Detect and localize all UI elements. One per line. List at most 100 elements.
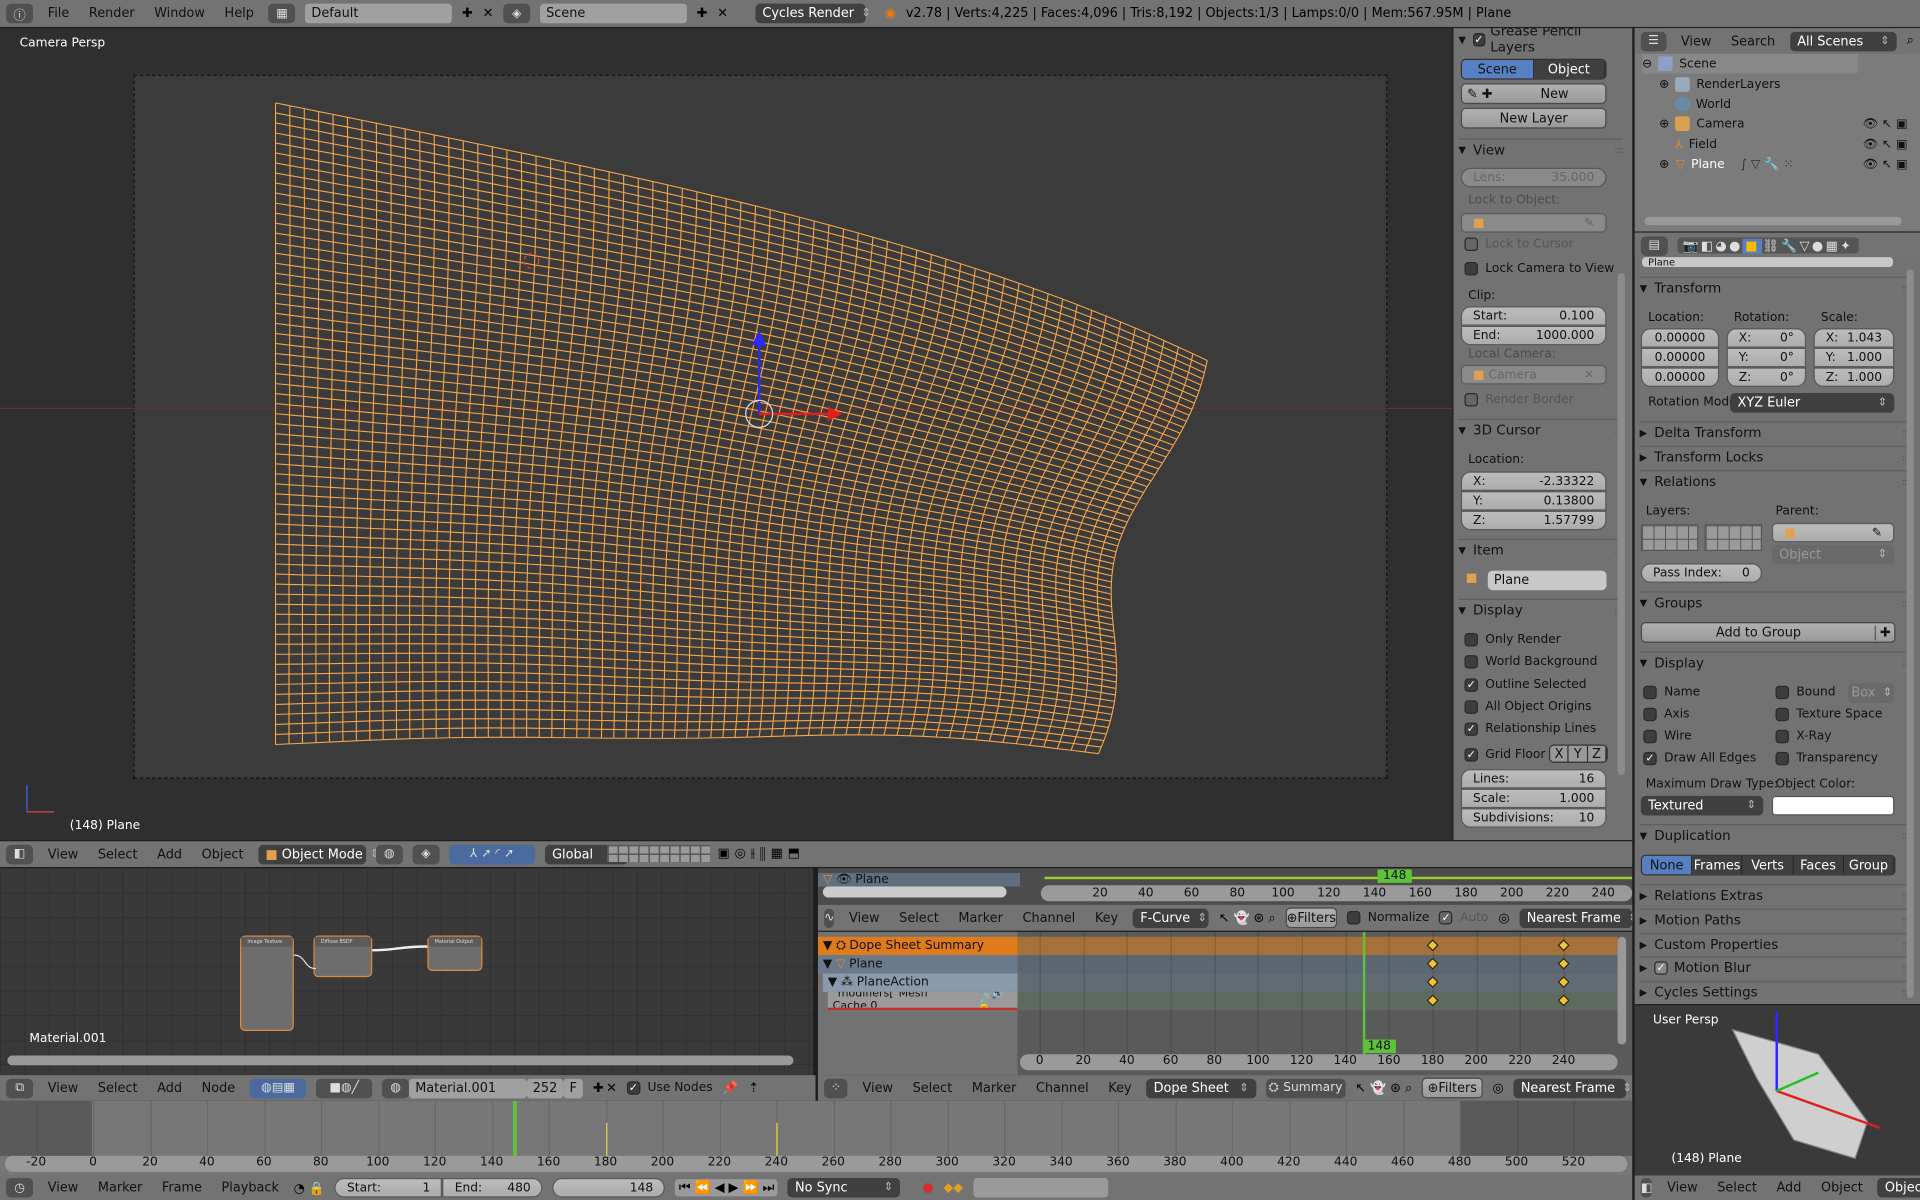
ds-channel-menu[interactable]: Channel: [1031, 1081, 1094, 1096]
cursor-y-field[interactable]: Y: 0.13800: [1460, 491, 1607, 511]
outliner-search-menu[interactable]: Search: [1726, 34, 1780, 49]
only-render-checkbox[interactable]: Only Render: [1464, 633, 1561, 647]
new-layer-button[interactable]: New Layer: [1460, 107, 1607, 129]
channel-plane[interactable]: ▼ ▽ Plane: [817, 955, 1018, 974]
node-node-menu[interactable]: Node: [197, 1081, 240, 1096]
draw-all-edges-checkbox[interactable]: ✓ Draw All Edges: [1643, 751, 1756, 766]
grid-subdiv-field[interactable]: Subdivisions: 10: [1460, 808, 1607, 828]
outline-selected-checkbox[interactable]: ✓ Outline Selected: [1464, 678, 1587, 692]
motion-blur-header[interactable]: ▶✓Motion Blur::::: [1639, 956, 1911, 978]
expand-icon[interactable]: ⊕: [1659, 157, 1669, 170]
menu-file[interactable]: File: [43, 6, 74, 21]
material-field[interactable]: Material.001: [409, 1078, 527, 1098]
grid-floor-checkbox[interactable]: ✓ Grid Floor: [1464, 748, 1545, 762]
cursor-z-field[interactable]: Z: 1.57799: [1460, 510, 1607, 531]
view3d-add-menu[interactable]: Add: [152, 847, 187, 862]
eyedropper-icon[interactable]: ✎: [1584, 216, 1594, 229]
expand-icon[interactable]: ⊕: [1659, 117, 1669, 130]
channel-summary[interactable]: ▼ ⛭ Dope Sheet Summary: [817, 936, 1018, 956]
outliner-item-renderlayers[interactable]: ⊕ RenderLayers: [1659, 75, 1781, 95]
mini-view-menu[interactable]: View: [1662, 1180, 1702, 1195]
timeline-editor-icon[interactable]: ◷: [6, 1177, 34, 1198]
node-select-menu[interactable]: Select: [93, 1081, 142, 1096]
material-browse-icon[interactable]: ◍: [382, 1078, 410, 1098]
dup-frames[interactable]: Frames: [1692, 855, 1743, 875]
transform-header[interactable]: ▼Transform::::: [1639, 276, 1911, 299]
properties-editor-icon[interactable]: ▤: [1640, 235, 1668, 256]
max-draw-dropdown[interactable]: Textured: [1640, 795, 1764, 816]
outliner-item-plane[interactable]: ⊕ ▽ Plane ∫ ▽ 🔧 ⁙: [1659, 154, 1793, 174]
auto-checkbox[interactable]: ✓ Auto: [1439, 911, 1489, 925]
ds-filter-icons[interactable]: ↖ 👻 ⊛ ⌕: [1355, 1079, 1412, 1096]
expand-icon[interactable]: ▼: [828, 976, 837, 989]
dopesheet-editor-icon[interactable]: ⁘: [824, 1078, 848, 1098]
display-header[interactable]: ▼Display::::: [1639, 651, 1911, 673]
layout-remove-icon[interactable]: ✕: [483, 6, 494, 21]
graph-select-menu[interactable]: Select: [894, 910, 943, 925]
playback-controls[interactable]: ⏮ ⏪ ◀ ▶ ⏩ ⏭: [675, 1179, 778, 1197]
visibility-icons[interactable]: 👁 ↖ ▣ 👁 ↖ ▣ 👁 ↖ ▣: [1862, 115, 1917, 176]
manipulator-icons[interactable]: ⅄ ➚ ◜ ➚: [449, 844, 535, 864]
ds-summary-button[interactable]: ⛭ Summary: [1265, 1078, 1346, 1098]
tl-marker-menu[interactable]: Marker: [93, 1180, 147, 1195]
layer-buttons[interactable]: [607, 844, 711, 863]
layers-grid-2[interactable]: [1704, 524, 1763, 552]
timeline-playhead[interactable]: [513, 1100, 517, 1156]
new-gp-button[interactable]: ✎ ✚ New: [1460, 83, 1607, 105]
render-border-checkbox[interactable]: Render Border: [1464, 393, 1574, 407]
scene-icon[interactable]: ◈: [503, 3, 531, 24]
local-camera-field[interactable]: ■ Camera ✕: [1460, 364, 1607, 385]
start-frame-field[interactable]: Start: 1: [334, 1177, 443, 1198]
layout-icon[interactable]: ▦: [268, 3, 296, 24]
graph-channel-scroll[interactable]: [822, 886, 1007, 898]
pivot-icon[interactable]: ◈: [412, 844, 440, 864]
outliner-hscrollbar[interactable]: [1644, 216, 1902, 226]
groups-header[interactable]: ▼Groups::::: [1639, 591, 1911, 613]
location-field[interactable]: 0.00000: [1640, 367, 1720, 387]
mini-viewport[interactable]: User Persp (148) Plane: [1634, 1005, 1920, 1176]
motion-paths-header[interactable]: ▶Motion Paths::::: [1639, 908, 1911, 931]
show-name-checkbox[interactable]: Name: [1643, 685, 1700, 700]
ds-snap-dropdown[interactable]: Nearest Frame: [1513, 1078, 1627, 1098]
dopesheet-current-frame[interactable]: 148: [1362, 1039, 1396, 1054]
tl-playback-menu[interactable]: Playback: [217, 1180, 284, 1195]
keying-set-field[interactable]: [972, 1177, 1108, 1198]
shader-type-icons[interactable]: ◍▤▦: [249, 1078, 307, 1098]
cursor-x-field[interactable]: X: -2.33322: [1460, 471, 1607, 492]
current-frame-field[interactable]: 148: [552, 1177, 666, 1198]
mini-mode-dropdown[interactable]: Object: [1877, 1177, 1920, 1198]
graph-marker-menu[interactable]: Marker: [954, 910, 1008, 925]
location-field[interactable]: 0.00000: [1640, 328, 1720, 348]
show-bounds-checkbox[interactable]: Bound: [1775, 685, 1836, 700]
node-editor-icon[interactable]: ⧉: [6, 1078, 34, 1098]
scale-field[interactable]: Z: 1.000: [1813, 367, 1895, 387]
view-section-header[interactable]: ▼ View::::: [1458, 138, 1624, 160]
show-axis-checkbox[interactable]: Axis: [1643, 707, 1689, 722]
view3d-editor-icon[interactable]: ◧: [6, 844, 34, 864]
bounds-type-dropdown[interactable]: Box: [1847, 683, 1895, 703]
world-bg-checkbox[interactable]: World Background: [1464, 655, 1597, 669]
grid-axis-y[interactable]: Y: [1568, 745, 1588, 762]
parent-node-icon[interactable]: ⇡: [748, 1081, 759, 1096]
show-wire-checkbox[interactable]: Wire: [1643, 729, 1692, 744]
scene-field[interactable]: Scene: [539, 3, 687, 24]
pin-icon[interactable]: 📌: [722, 1080, 738, 1096]
info-editor-icon[interactable]: ⓘ: [6, 3, 34, 24]
normalize-checkbox[interactable]: Normalize: [1346, 911, 1429, 925]
material-add-icon[interactable]: ✚: [593, 1081, 604, 1096]
rotation-field[interactable]: Y: 0°: [1726, 347, 1807, 368]
view3d-object-menu[interactable]: Object: [197, 847, 249, 862]
timeline[interactable]: -20 0 20 40 60 80 100 120 140 160 180 200 220 240 260 2…: [0, 1100, 1633, 1176]
expand-icon[interactable]: ▼: [823, 958, 832, 971]
channel-planeaction[interactable]: ▼ ⁂ PlaneAction: [822, 973, 1018, 992]
menu-help[interactable]: Help: [220, 6, 259, 21]
ds-mode-dropdown[interactable]: Dope Sheet: [1146, 1078, 1256, 1098]
grease-pencil-header[interactable]: ▼ ✓ Grease Pencil Layers: [1458, 28, 1622, 55]
mini-select-menu[interactable]: Select: [1712, 1180, 1761, 1195]
object-source-button[interactable]: Object: [1533, 60, 1606, 79]
scene-source-button[interactable]: Scene: [1462, 60, 1534, 79]
layout-field[interactable]: Default: [305, 3, 453, 24]
object-name-field[interactable]: Plane: [1642, 257, 1894, 267]
channel-fcurve[interactable]: "modifiers["Mesh Cache.0 🔧🔊🔓: [827, 991, 1018, 1011]
relations-header[interactable]: ▼Relations::::: [1639, 470, 1911, 492]
